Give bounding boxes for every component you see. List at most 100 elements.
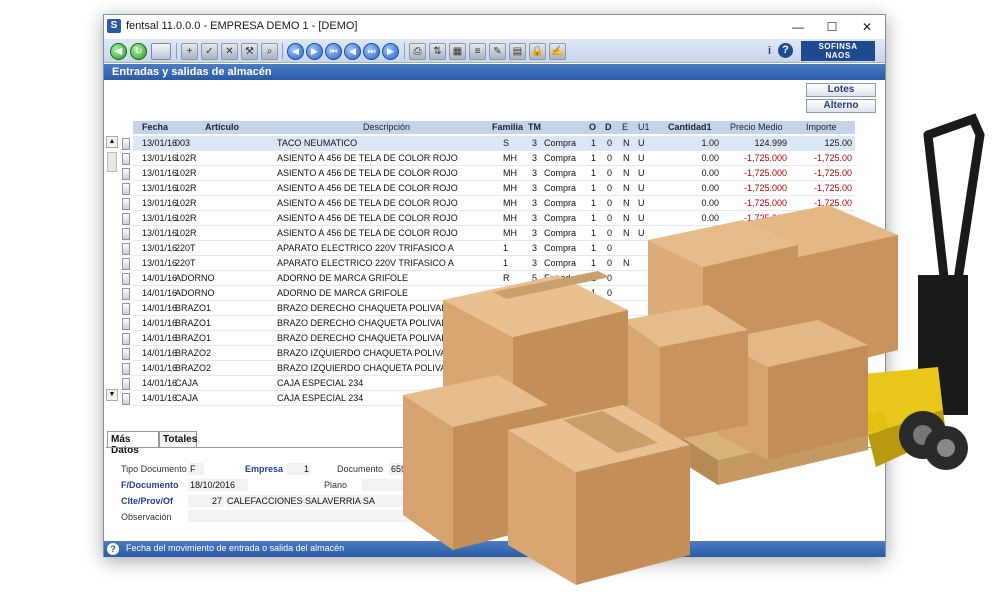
row-selector[interactable] [122,393,130,405]
warehouse-illustration [403,113,985,585]
list-icon[interactable]: ≡ [469,43,486,60]
col-articulo[interactable]: Artículo [205,122,239,132]
row-selector[interactable] [122,243,130,255]
cell-descripcion: CAJA ESPECIAL 234 [277,393,364,403]
edit-icon[interactable]: ✎ [489,43,506,60]
col-fecha[interactable]: Fecha [142,122,168,132]
row-selector[interactable] [122,228,130,240]
cell-articulo: ADORNO [175,273,215,283]
cell-articulo: CAJA [175,393,199,403]
cell-fecha: 14/01/16 [142,318,178,328]
refresh-icon[interactable]: ↻ [130,43,147,60]
last-page-icon[interactable]: ▶ [382,43,399,60]
delete-record-icon[interactable]: ✕ [221,43,238,60]
cell-fecha: 13/01/16 [142,243,178,253]
observacion-label: Observación [121,512,172,522]
cell-descripcion: CAJA ESPECIAL 234 [277,378,364,388]
search-icon[interactable]: ⌕ [261,43,278,60]
cell-articulo: 102R [175,168,197,178]
add-record-icon[interactable]: + [181,43,198,60]
first-record-icon[interactable]: ◀ [287,43,304,60]
cell-fecha: 13/01/16 [142,198,178,208]
cell-articulo: 102R [175,228,197,238]
status-text: Fecha del movimiento de entrada o salida… [126,543,345,553]
cell-articulo: 220T [175,258,196,268]
cell-articulo: 003 [175,138,191,148]
cell-descripcion: TACO NEUMATICO [277,138,358,148]
cell-fecha: 13/01/16 [142,153,178,163]
row-selector[interactable] [122,303,130,315]
row-selector[interactable] [122,258,130,270]
cell-articulo: BRAZO1 [175,303,212,313]
empresa-field[interactable]: 1 [287,463,311,475]
app-icon: S [107,19,121,33]
cell-articulo: 102R [175,213,197,223]
row-selector[interactable] [122,333,130,345]
row-selector[interactable] [122,168,130,180]
prev-page-icon[interactable]: ◀ [344,43,361,60]
brand-logo: SOFINSA NAOS [801,41,875,61]
lock-icon[interactable]: 🔒 [529,43,546,60]
cell-fecha: 14/01/16 [142,363,178,373]
scroll-up-button[interactable]: ▲ [106,136,118,148]
help-icon[interactable]: ? [778,43,793,58]
tab-mas-datos[interactable]: Más Datos [107,431,159,456]
cell-articulo: ADORNO [175,288,215,298]
first-page-icon[interactable]: ⏮ [325,43,342,60]
cell-descripcion: ADORNO DE MARCA GRIFOLE [277,273,409,283]
info-icon[interactable]: i [768,45,771,57]
sort-icon[interactable]: ⇅ [429,43,446,60]
cell-fecha: 13/01/16 [142,258,178,268]
row-selector[interactable] [122,348,130,360]
cell-fecha: 14/01/16 [142,393,178,403]
close-button[interactable]: ✕ [849,17,885,37]
next-page-icon[interactable]: ⏭ [363,43,380,60]
cell-articulo: CAJA [175,378,199,388]
cell-fecha: 14/01/16 [142,273,178,283]
documento-label: Documento [337,464,384,474]
plano-label: Plano [324,480,348,490]
cell-fecha: 13/01/16 [142,138,178,148]
cell-articulo: 102R [175,198,197,208]
cell-fecha: 14/01/16 [142,348,178,358]
box-image [508,405,690,585]
clte-prov-label: Clte/Prov/Of [121,496,174,506]
row-selector[interactable] [122,318,130,330]
prev-record-icon[interactable]: ▶ [306,43,323,60]
lotes-button[interactable]: Lotes [806,83,876,97]
help-icon[interactable]: ? [107,543,119,555]
minimize-button[interactable]: — [780,17,816,37]
f-documento-label: F/Documento [121,480,179,490]
document-icon[interactable]: ▤ [509,43,526,60]
tipo-documento-field[interactable]: F [188,463,204,475]
row-selector[interactable] [122,363,130,375]
tab-totales[interactable]: Totales [159,431,197,447]
row-selector[interactable] [122,183,130,195]
row-selector[interactable] [122,213,130,225]
row-selector[interactable] [122,288,130,300]
page-title: Entradas y salidas de almacén [104,64,885,80]
cell-fecha: 14/01/16 [142,333,178,343]
cell-descripcion: ADORNO DE MARCA GRIFOLE [277,288,409,298]
row-selector[interactable] [122,153,130,165]
f-documento-field[interactable]: 18/10/2016 [188,479,248,491]
save-record-icon[interactable]: ✓ [201,43,218,60]
row-selector[interactable] [122,198,130,210]
print-icon[interactable]: ⎙ [409,43,426,60]
scrollbar-thumb[interactable] [107,152,117,172]
back-icon[interactable]: ◀ [110,43,127,60]
tipo-documento-label: Tipo Documento [121,464,187,474]
sign-icon[interactable]: ✍ [549,43,566,60]
window-icon[interactable] [151,43,171,60]
row-selector[interactable] [122,273,130,285]
row-selector[interactable] [122,138,130,150]
cell-fecha: 14/01/16 [142,378,178,388]
clte-code-field[interactable]: 27 [188,495,224,507]
tools-icon[interactable]: ⚒ [241,43,258,60]
cell-fecha: 14/01/16 [142,303,178,313]
row-selector[interactable] [122,378,130,390]
scroll-down-button[interactable]: ▼ [106,389,118,401]
window-title: fentsal 11.0.0.0 - EMPRESA DEMO 1 - [DEM… [126,20,358,32]
maximize-button[interactable]: ☐ [814,17,850,37]
calculator-icon[interactable]: ▦ [449,43,466,60]
